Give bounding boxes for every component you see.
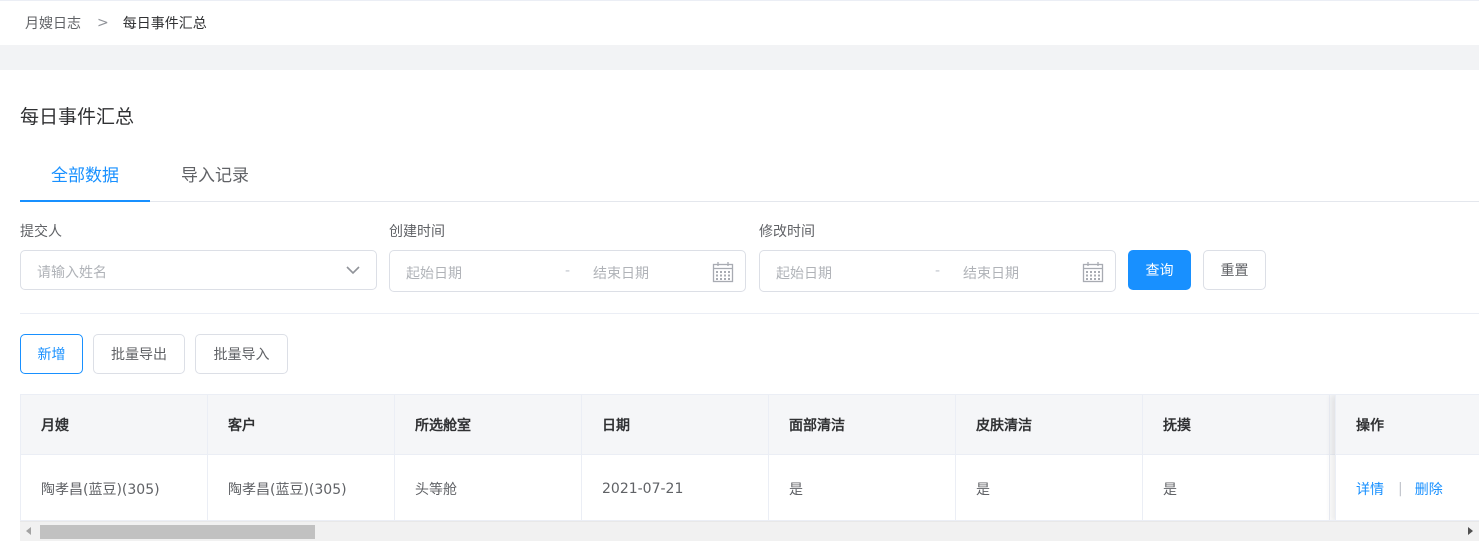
batch-import-button[interactable]: 批量导入 [195, 334, 288, 374]
page-title: 每日事件汇总 [20, 106, 135, 128]
breadcrumb-current: 每日事件汇总 [122, 16, 207, 32]
tab-all-data[interactable]: 全部数据 [20, 155, 150, 202]
divider [20, 313, 1479, 314]
submitter-select[interactable]: 请输入姓名 [20, 250, 377, 290]
modified-start-date-input[interactable]: 起始日期 [776, 263, 832, 283]
column-header: 面部清洁 [769, 395, 956, 454]
row-actions: 详情 | 删除 [1336, 455, 1479, 520]
submitter-label: 提交人 [20, 224, 62, 240]
fixed-operation-column: 操作 详情 | 删除 [1335, 395, 1479, 520]
scrollbar-thumb[interactable] [40, 525, 315, 539]
table-cell: 2021-07-21 [582, 455, 769, 520]
range-separator: - [565, 263, 571, 279]
calendar-icon [1082, 262, 1104, 283]
reset-button[interactable]: 重置 [1203, 250, 1266, 290]
calendar-icon [712, 262, 734, 283]
chevron-right-icon: > [97, 15, 109, 31]
add-button[interactable]: 新增 [20, 334, 83, 374]
batch-export-button[interactable]: 批量导出 [93, 334, 185, 374]
table-header: 月嫂 客户 所选舱室 日期 面部清洁 皮肤清洁 抚摸 [21, 395, 1479, 455]
column-header: 日期 [582, 395, 769, 454]
column-header: 所选舱室 [395, 395, 582, 454]
submitter-placeholder: 请输入姓名 [37, 265, 107, 281]
table-cell: 是 [769, 455, 956, 520]
created-start-date-input[interactable]: 起始日期 [406, 263, 462, 283]
column-header: 抚摸 [1143, 395, 1330, 454]
query-button[interactable]: 查询 [1128, 250, 1191, 290]
breadcrumb-parent-link[interactable]: 月嫂日志 [25, 13, 81, 33]
tab-import-records[interactable]: 导入记录 [150, 155, 280, 202]
table-cell: 是 [956, 455, 1143, 520]
breadcrumb: 月嫂日志 > 每日事件汇总 [0, 0, 1479, 45]
modified-end-date-input[interactable]: 结束日期 [963, 263, 1019, 283]
column-header-operation: 操作 [1336, 395, 1479, 455]
column-header: 皮肤清洁 [956, 395, 1143, 454]
data-table: 月嫂 客户 所选舱室 日期 面部清洁 皮肤清洁 抚摸 陶孝昌(蓝豆)(305) … [20, 394, 1479, 521]
section-divider-band [0, 45, 1479, 70]
column-header: 客户 [208, 395, 395, 454]
delete-link[interactable]: 删除 [1415, 479, 1443, 499]
created-time-label: 创建时间 [389, 224, 445, 240]
created-end-date-input[interactable]: 结束日期 [593, 263, 649, 283]
action-separator: | [1398, 480, 1403, 497]
table-row: 陶孝昌(蓝豆)(305) 陶孝昌(蓝豆)(305) 头等舱 2021-07-21… [21, 455, 1479, 520]
range-separator: - [935, 263, 941, 279]
tab-bar: 全部数据 导入记录 [20, 155, 1479, 202]
scroll-right-arrow-icon[interactable] [1468, 527, 1473, 535]
detail-link[interactable]: 详情 [1356, 479, 1384, 499]
table-cell: 头等舱 [395, 455, 582, 520]
created-date-range-picker[interactable]: 起始日期 - 结束日期 [389, 250, 746, 292]
scroll-left-arrow-icon[interactable] [26, 527, 31, 535]
chevron-down-icon [346, 266, 360, 275]
modified-time-label: 修改时间 [759, 224, 815, 240]
table-cell: 是 [1143, 455, 1330, 520]
modified-date-range-picker[interactable]: 起始日期 - 结束日期 [759, 250, 1116, 292]
table-cell: 陶孝昌(蓝豆)(305) [208, 455, 395, 520]
column-header: 月嫂 [21, 395, 208, 454]
table-cell: 陶孝昌(蓝豆)(305) [21, 455, 208, 520]
horizontal-scrollbar[interactable] [20, 521, 1479, 541]
